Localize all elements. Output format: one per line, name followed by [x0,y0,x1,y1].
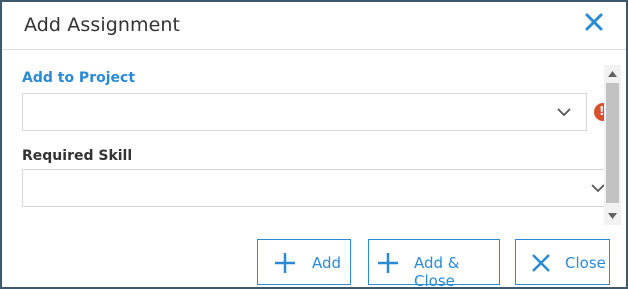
close-icon [532,254,550,272]
project-select[interactable] [22,93,587,131]
add-close-button[interactable]: Add & Close [368,239,500,289]
scroll-down-arrow-icon[interactable] [604,209,621,223]
add-close-button-label: Add & Close [414,254,460,289]
scroll-up-arrow-icon[interactable] [604,67,621,81]
close-button-label: Close [565,254,606,272]
close-icon[interactable] [584,12,604,32]
dialog-footer: Add Add & Close Close [2,232,626,289]
plus-icon [275,253,295,273]
project-label: Add to Project [22,70,136,86]
scrollbar-thumb[interactable] [606,83,619,203]
vertical-scrollbar[interactable] [604,65,621,225]
plus-icon [378,253,398,273]
add-button-label: Add [312,254,342,272]
chevron-down-icon [557,108,571,117]
dialog-title: Add Assignment [24,14,181,36]
skill-select[interactable] [22,169,610,207]
dialog-body: Add to Project ! Required Skill [2,51,626,225]
add-assignment-dialog: Add Assignment Add to Project ! Required… [0,0,628,289]
close-button[interactable]: Close [515,239,610,285]
add-button[interactable]: Add [257,239,351,285]
dialog-header: Add Assignment [2,2,626,50]
skill-label: Required Skill [22,148,133,164]
chevron-down-icon [591,184,605,193]
